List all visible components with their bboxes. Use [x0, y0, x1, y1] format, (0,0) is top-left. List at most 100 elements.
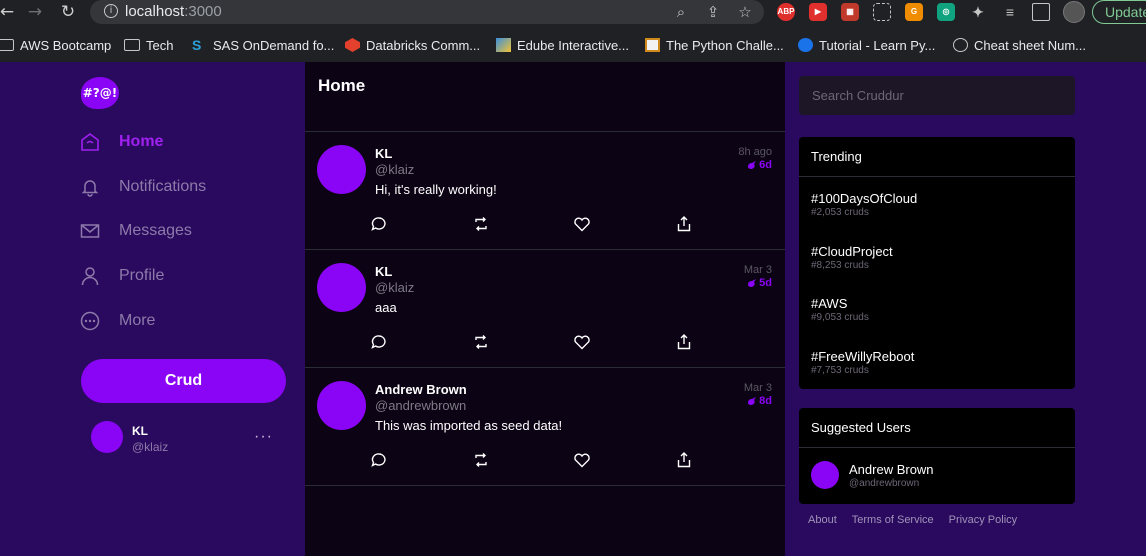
- profile-avatar[interactable]: [1063, 1, 1085, 23]
- extensions-puzzle-icon[interactable]: ✦: [969, 3, 987, 21]
- nav-profile[interactable]: Profile: [80, 263, 164, 289]
- post-author-name[interactable]: KL: [375, 264, 392, 279]
- browser-toolbar: ← → ↻ i localhost:3000 ⌕ ⇪ ☆ ABP ▶ ▦ G ◎…: [0, 0, 1146, 25]
- bomb-icon: [748, 160, 757, 169]
- youtube-extension-icon[interactable]: ▶: [809, 3, 827, 21]
- bookmark-python-challenge[interactable]: The Python Challe...: [645, 36, 784, 54]
- like-icon[interactable]: [573, 451, 591, 469]
- trending-count: #9,053 cruds: [811, 312, 869, 323]
- like-icon[interactable]: [573, 333, 591, 351]
- url-host: localhost: [125, 3, 185, 20]
- trending-item[interactable]: #FreeWillyReboot #7,753 cruds: [811, 349, 914, 376]
- share-icon[interactable]: [675, 215, 693, 233]
- forward-arrow-icon[interactable]: →: [25, 2, 45, 22]
- current-user-name: KL: [132, 424, 148, 438]
- footer-link-privacy[interactable]: Privacy Policy: [949, 514, 1017, 526]
- bookmark-star-icon[interactable]: ☆: [736, 3, 754, 21]
- share-icon[interactable]: [675, 333, 693, 351]
- bookmark-tech[interactable]: Tech: [124, 36, 173, 54]
- bookmark-databricks[interactable]: Databricks Comm...: [345, 36, 480, 54]
- trending-hashtag: #CloudProject: [811, 244, 893, 259]
- adblock-extension-icon[interactable]: ABP: [777, 3, 795, 21]
- post-author-handle[interactable]: @klaiz: [375, 280, 414, 295]
- post-author-handle[interactable]: @klaiz: [375, 162, 414, 177]
- media-queue-icon[interactable]: ≡: [1001, 3, 1019, 21]
- folder-icon: [0, 39, 14, 51]
- screenshot-extension-icon[interactable]: [873, 3, 891, 21]
- bookmark-label: Tutorial - Learn Py...: [819, 37, 936, 53]
- suggested-users-box: Suggested Users Andrew Brown @andrewbrow…: [799, 408, 1075, 504]
- repost-icon[interactable]: [472, 333, 490, 351]
- nav-label: Home: [119, 133, 164, 150]
- activity-item[interactable]: Andrew Brown @andrewbrown This was impor…: [305, 368, 785, 486]
- post-author-name[interactable]: KL: [375, 146, 392, 161]
- avatar[interactable]: [317, 381, 366, 430]
- bell-icon: [81, 180, 99, 197]
- avatar[interactable]: [91, 421, 123, 453]
- avatar[interactable]: [811, 461, 839, 489]
- post-message: Hi, it's really working!: [375, 182, 497, 197]
- share-icon[interactable]: ⇪: [704, 3, 722, 21]
- suggested-users-title: Suggested Users: [799, 408, 1075, 448]
- bookmark-sas[interactable]: S SAS OnDemand fo...: [192, 36, 334, 54]
- post-author-handle[interactable]: @andrewbrown: [375, 398, 466, 413]
- post-timestamp: 8h ago: [738, 146, 772, 158]
- person-icon: [81, 267, 99, 286]
- address-url[interactable]: localhost:3000: [125, 3, 222, 20]
- activity-item[interactable]: KL @klaiz Hi, it's really working! 8h ag…: [305, 132, 785, 250]
- trending-item[interactable]: #100DaysOfCloud #2,053 cruds: [811, 191, 917, 218]
- cruddur-app: #?@! Home Notifications Messages Profile…: [0, 62, 1146, 556]
- reply-icon[interactable]: [370, 451, 388, 469]
- feed: Home KL @klaiz Hi, it's really working! …: [305, 62, 785, 556]
- like-icon[interactable]: [573, 215, 591, 233]
- avatar[interactable]: [317, 263, 366, 312]
- footer-link-terms[interactable]: Terms of Service: [852, 514, 934, 526]
- calendar-extension-icon[interactable]: ▦: [841, 3, 859, 21]
- trending-item[interactable]: #CloudProject #8,253 cruds: [811, 244, 893, 271]
- post-expiry: 6d: [747, 159, 772, 171]
- user-menu-button[interactable]: ···: [254, 428, 273, 446]
- post-timestamp: Mar 3: [743, 264, 772, 276]
- bookmark-aws-bootcamp[interactable]: AWS Bootcamp: [0, 36, 111, 54]
- activity-item[interactable]: KL @klaiz aaa Mar 3 5d: [305, 250, 785, 368]
- site-info-icon[interactable]: i: [104, 4, 118, 18]
- bookmark-edube[interactable]: Edube Interactive...: [496, 36, 629, 54]
- trending-item[interactable]: #AWS #9,053 cruds: [811, 296, 869, 323]
- nav-label: Profile: [119, 267, 165, 284]
- bookmark-cheat-sheet[interactable]: Cheat sheet Num...: [953, 36, 1086, 54]
- bookmark-label: Cheat sheet Num...: [974, 37, 1086, 53]
- address-bar[interactable]: i localhost:3000 ⌕ ⇪ ☆: [90, 0, 764, 24]
- repost-icon[interactable]: [472, 215, 490, 233]
- search-input[interactable]: [799, 76, 1075, 115]
- reload-icon[interactable]: ↻: [58, 2, 78, 22]
- chatgpt-extension-icon[interactable]: ◎: [937, 3, 955, 21]
- databricks-icon: [345, 38, 360, 52]
- bookmark-tutorial[interactable]: Tutorial - Learn Py...: [798, 36, 935, 54]
- reply-icon[interactable]: [370, 333, 388, 351]
- nav-more[interactable]: More: [80, 308, 155, 334]
- post-expiry-value: 8d: [759, 395, 772, 407]
- nav-messages[interactable]: Messages: [80, 218, 192, 244]
- share-icon[interactable]: [675, 451, 693, 469]
- nav-home[interactable]: Home: [80, 129, 163, 155]
- cruddur-logo[interactable]: #?@!: [81, 77, 119, 109]
- url-port: :3000: [184, 3, 222, 20]
- browser-chrome: ← → ↻ i localhost:3000 ⌕ ⇪ ☆ ABP ▶ ▦ G ◎…: [0, 0, 1146, 62]
- nav-notifications[interactable]: Notifications: [80, 174, 206, 200]
- post-author-name[interactable]: Andrew Brown: [375, 382, 467, 397]
- grammar-extension-icon[interactable]: G: [905, 3, 923, 21]
- trending-box: Trending #100DaysOfCloud #2,053 cruds #C…: [799, 137, 1075, 389]
- side-panel-icon[interactable]: [1032, 3, 1050, 21]
- crud-button[interactable]: Crud: [81, 359, 286, 403]
- bookmark-label: AWS Bootcamp: [20, 37, 112, 53]
- repost-icon[interactable]: [472, 451, 490, 469]
- back-arrow-icon[interactable]: ←: [0, 2, 17, 22]
- zoom-icon[interactable]: ⌕: [672, 3, 690, 21]
- avatar[interactable]: [317, 145, 366, 194]
- bookmark-label: Edube Interactive...: [517, 37, 630, 53]
- reply-icon[interactable]: [370, 215, 388, 233]
- suggested-user-name[interactable]: Andrew Brown: [849, 462, 934, 477]
- footer-link-about[interactable]: About: [808, 514, 837, 526]
- current-user-handle: @klaiz: [132, 440, 169, 454]
- update-button[interactable]: Update: [1092, 0, 1146, 24]
